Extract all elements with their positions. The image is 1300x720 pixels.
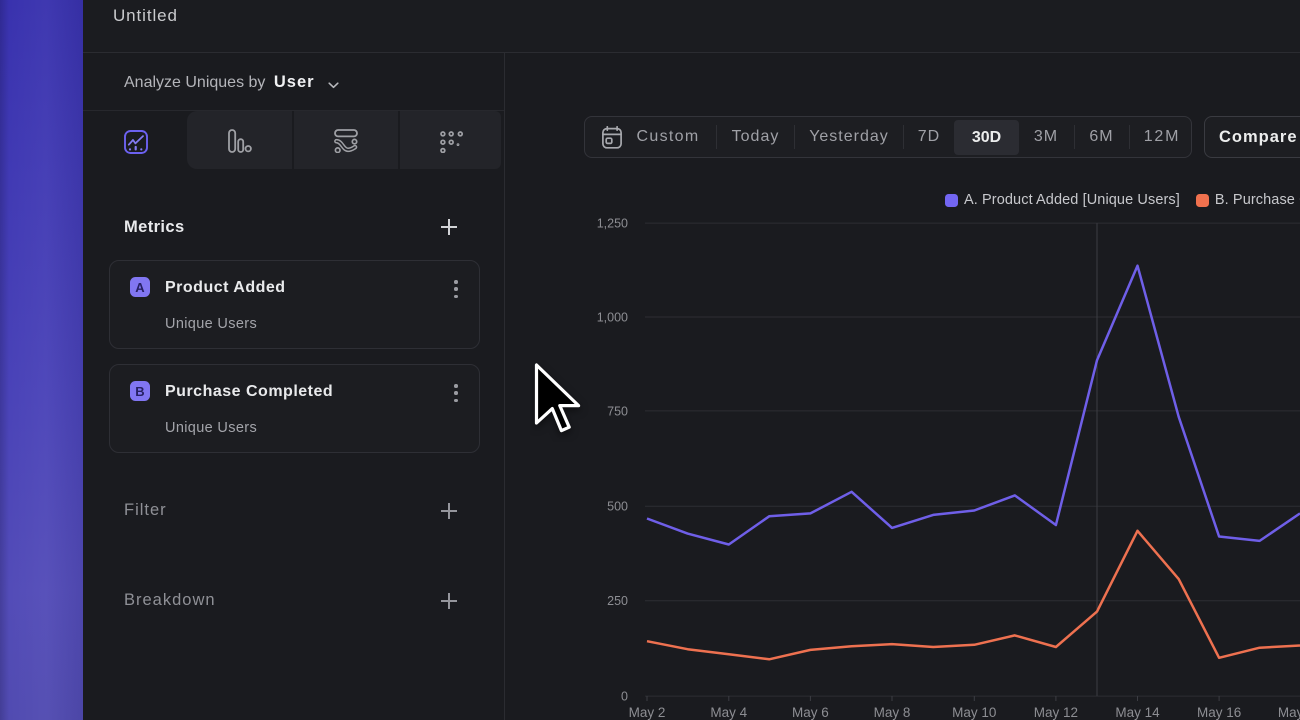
svg-text:1,250: 1,250 <box>597 217 628 231</box>
svg-text:750: 750 <box>607 404 628 418</box>
svg-text:May 18: May 18 <box>1278 705 1300 720</box>
svg-text:May 6: May 6 <box>792 705 829 720</box>
svg-text:May 16: May 16 <box>1197 705 1241 720</box>
svg-text:May 12: May 12 <box>1034 705 1078 720</box>
svg-text:0: 0 <box>621 690 628 704</box>
svg-text:500: 500 <box>607 500 628 514</box>
svg-text:May 4: May 4 <box>710 705 747 720</box>
svg-text:May 10: May 10 <box>952 705 996 720</box>
svg-text:1,000: 1,000 <box>597 310 628 324</box>
svg-text:May 8: May 8 <box>874 705 911 720</box>
svg-text:250: 250 <box>607 594 628 608</box>
svg-text:May 14: May 14 <box>1115 705 1160 720</box>
svg-text:May 2: May 2 <box>629 705 666 720</box>
